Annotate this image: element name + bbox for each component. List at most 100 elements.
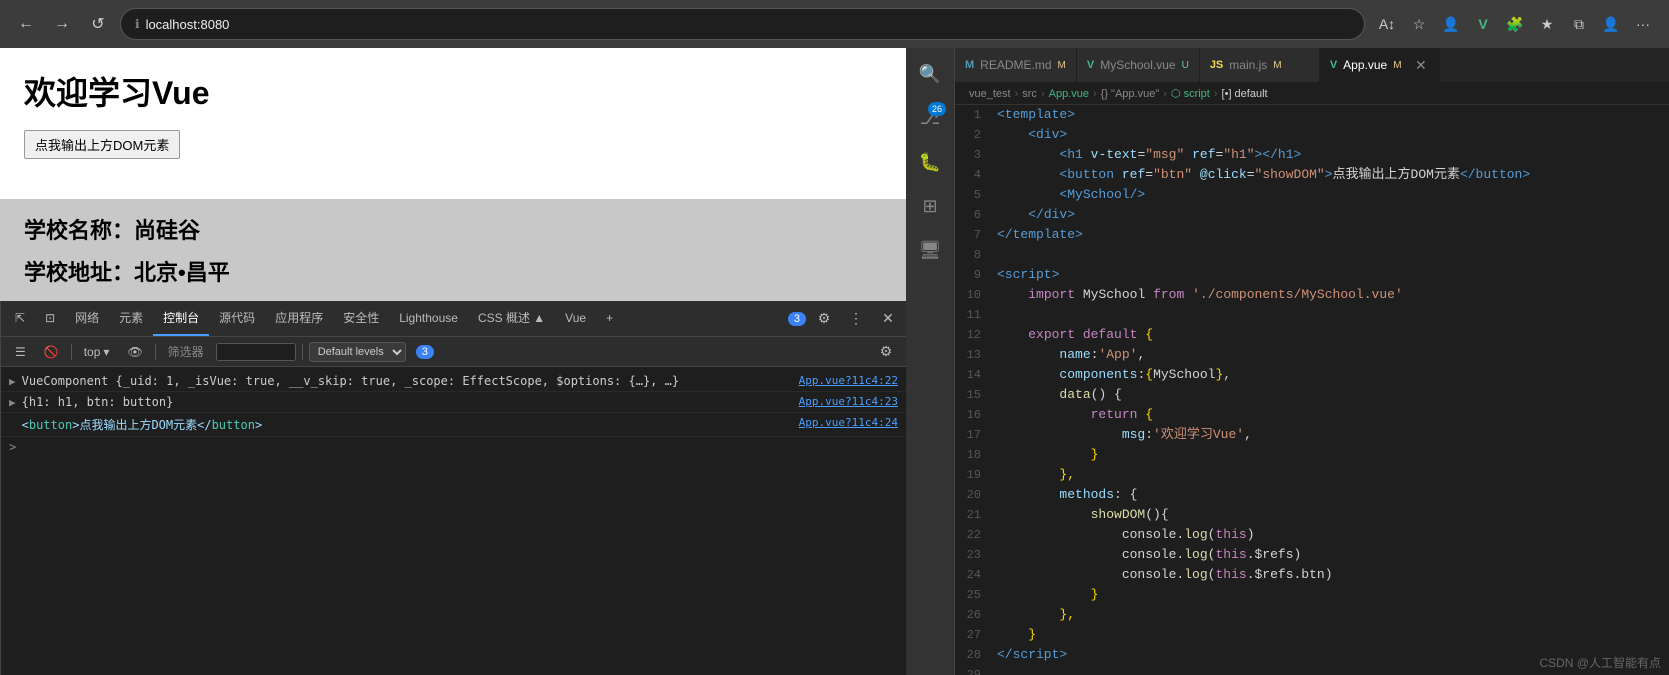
- code-line-5: 5 <MySchool/>: [955, 185, 1669, 205]
- console-error-badge: 3: [788, 312, 806, 326]
- csdn-watermark: CSDN @人工智能有点: [1539, 654, 1661, 671]
- toolbar-sep-1: [71, 344, 72, 360]
- devtools-tabs: ⇱ ⊡ 网络 元素 控制台 源代码 应用程序 安全性 Lighthouse CS…: [1, 301, 906, 337]
- more-button[interactable]: ···: [1629, 10, 1657, 38]
- console-top-dropdown[interactable]: top ▾: [78, 343, 116, 361]
- tab-elements[interactable]: 元素: [109, 301, 153, 336]
- tab-security[interactable]: 安全性: [333, 301, 389, 336]
- forward-button[interactable]: →: [48, 10, 76, 38]
- code-line-21: 21 showDOM(){: [955, 505, 1669, 525]
- code-line-6: 6 </div>: [955, 205, 1669, 225]
- tab-readme-md[interactable]: M README.md M: [955, 48, 1077, 82]
- console-link-1[interactable]: App.vue?11c4:23: [799, 395, 898, 408]
- tab-icon-mainjs: JS: [1210, 59, 1223, 71]
- console-toolbar-settings[interactable]: ⚙: [874, 340, 898, 364]
- refresh-button[interactable]: ↺: [84, 10, 112, 38]
- favorites-button[interactable]: ★: [1533, 10, 1561, 38]
- devtools-tab-actions: 3 ⚙ ⋮ ✕: [788, 305, 902, 333]
- toolbar-sep-3: [302, 344, 303, 360]
- activity-remote[interactable]: 🖥: [912, 232, 948, 268]
- lock-icon: ℹ: [135, 17, 140, 31]
- back-button[interactable]: ←: [12, 10, 40, 38]
- breadcrumb: vue_test › src › App.vue › {} "App.vue" …: [955, 83, 1669, 105]
- top-label: top: [84, 345, 101, 359]
- browser-and-devtools: 欢迎学习Vue 点我输出上方DOM元素 学校名称：尚硅谷 学校地址：北京•昌平 …: [0, 48, 906, 675]
- translate-button[interactable]: A↕: [1373, 10, 1401, 38]
- code-line-2: 2 <div>: [955, 125, 1669, 145]
- tab-vue[interactable]: Vue: [555, 301, 596, 336]
- toolbar-sep-2: [155, 344, 156, 360]
- devtools-more-btn[interactable]: ⋮: [842, 305, 870, 333]
- devtools-panel: ⇱ ⊡ 网络 元素 控制台 源代码 应用程序 安全性 Lighthouse CS…: [0, 301, 906, 675]
- tab-device[interactable]: ⊡: [35, 301, 65, 336]
- code-line-24: 24 console.log(this.$refs.btn): [955, 565, 1669, 585]
- code-line-3: 3 <h1 v-text="msg" ref="h1"></h1>: [955, 145, 1669, 165]
- filter-label: 筛选器: [162, 341, 210, 362]
- browser-actions: A↕ ☆ 👤 V 🧩 ★ ⧉ 👤 ···: [1373, 10, 1657, 38]
- code-line-19: 19 },: [955, 465, 1669, 485]
- tab-icon-myschool: V: [1087, 59, 1094, 71]
- school-name: 学校名称：尚硅谷: [24, 213, 882, 245]
- console-row-1[interactable]: ▶ {h1: h1, btn: button} App.vue?11c4:23: [1, 392, 906, 413]
- tab-inspect[interactable]: ⇱: [5, 301, 35, 336]
- code-line-26: 26 },: [955, 605, 1669, 625]
- devtools-close-btn[interactable]: ✕: [874, 305, 902, 333]
- console-link-2[interactable]: App.vue?11c4:24: [799, 416, 898, 429]
- school-address: 学校地址：北京•昌平: [24, 255, 882, 287]
- console-sidebar-btn[interactable]: ☰: [9, 343, 32, 361]
- source-control-badge: 26: [928, 102, 946, 116]
- code-editor[interactable]: 1<template> 2 <div> 3 <h1 v-text="msg" r…: [955, 105, 1669, 675]
- devtools-settings-btn[interactable]: ⚙: [810, 305, 838, 333]
- activity-bar: 🔍 ⎇ 26 🐛 ⊞ 🖥: [906, 48, 954, 675]
- collections-button[interactable]: ⧉: [1565, 10, 1593, 38]
- tab-network[interactable]: 网络: [65, 301, 109, 336]
- address-bar[interactable]: ℹ localhost:8080: [120, 8, 1365, 40]
- console-clear-btn[interactable]: 🚫: [38, 343, 65, 361]
- activity-search[interactable]: 🔍: [912, 56, 948, 92]
- profile-avatar-button[interactable]: 👤: [1597, 10, 1625, 38]
- console-eye-btn[interactable]: 👁: [121, 343, 148, 361]
- console-prompt: >: [9, 440, 16, 454]
- tab-application[interactable]: 应用程序: [265, 301, 333, 336]
- code-line-22: 22 console.log(this): [955, 525, 1669, 545]
- tab-main-js[interactable]: JS main.js M: [1200, 48, 1320, 82]
- console-row-2[interactable]: ▶ <button>点我输出上方DOM元素</button> App.vue?1…: [1, 413, 906, 437]
- console-levels-select[interactable]: Default levels: [309, 342, 406, 362]
- extension-puzzle-button[interactable]: 🧩: [1501, 10, 1529, 38]
- tab-css-overview[interactable]: CSS 概述 ▲: [468, 301, 555, 336]
- tab-myschool-vue[interactable]: V MySchool.vue U: [1077, 48, 1200, 82]
- profile-button[interactable]: 👤: [1437, 10, 1465, 38]
- activity-debug[interactable]: 🐛: [912, 144, 948, 180]
- tab-appvue-label: App.vue: [1343, 58, 1387, 72]
- levels-badge: 3: [416, 345, 434, 359]
- tab-readme-label: README.md: [980, 58, 1051, 72]
- vscode-panel: M README.md M V MySchool.vue U JS main.j…: [954, 48, 1669, 675]
- tab-app-vue[interactable]: V App.vue M ✕: [1320, 48, 1440, 82]
- console-input-row[interactable]: >: [1, 437, 906, 457]
- code-line-20: 20 methods: {: [955, 485, 1669, 505]
- show-dom-button[interactable]: 点我输出上方DOM元素: [24, 130, 180, 159]
- url-text: localhost:8080: [146, 17, 1350, 32]
- tab-appvue-close[interactable]: ✕: [1413, 57, 1429, 73]
- editor-tabs: M README.md M V MySchool.vue U JS main.j…: [955, 48, 1669, 83]
- tab-icon-appvue: V: [1330, 59, 1337, 71]
- code-line-18: 18 }: [955, 445, 1669, 465]
- console-link-0[interactable]: App.vue?11c4:22: [799, 374, 898, 387]
- tab-sources[interactable]: 源代码: [209, 301, 265, 336]
- code-line-7: 7</template>: [955, 225, 1669, 245]
- tab-console[interactable]: 控制台: [153, 301, 209, 336]
- tab-myschool-label: MySchool.vue: [1100, 58, 1175, 72]
- console-row-0[interactable]: ▶ VueComponent {_uid: 1, _isVue: true, _…: [1, 371, 906, 392]
- extension-v-button[interactable]: V: [1469, 10, 1497, 38]
- school-info: 学校名称：尚硅谷 学校地址：北京•昌平: [0, 199, 906, 301]
- tab-readme-status: M: [1058, 60, 1066, 71]
- activity-source-control[interactable]: ⎇ 26: [912, 100, 948, 136]
- tab-lighthouse[interactable]: Lighthouse: [389, 301, 468, 336]
- console-text-0: VueComponent {_uid: 1, _isVue: true, __v…: [22, 374, 791, 388]
- console-filter-input[interactable]: [216, 343, 296, 361]
- tab-add[interactable]: +: [596, 301, 623, 336]
- activity-extensions[interactable]: ⊞: [912, 188, 948, 224]
- code-line-10: 10 import MySchool from './components/My…: [955, 285, 1669, 305]
- tab-mainjs-label: main.js: [1229, 58, 1267, 72]
- bookmark-star-button[interactable]: ☆: [1405, 10, 1433, 38]
